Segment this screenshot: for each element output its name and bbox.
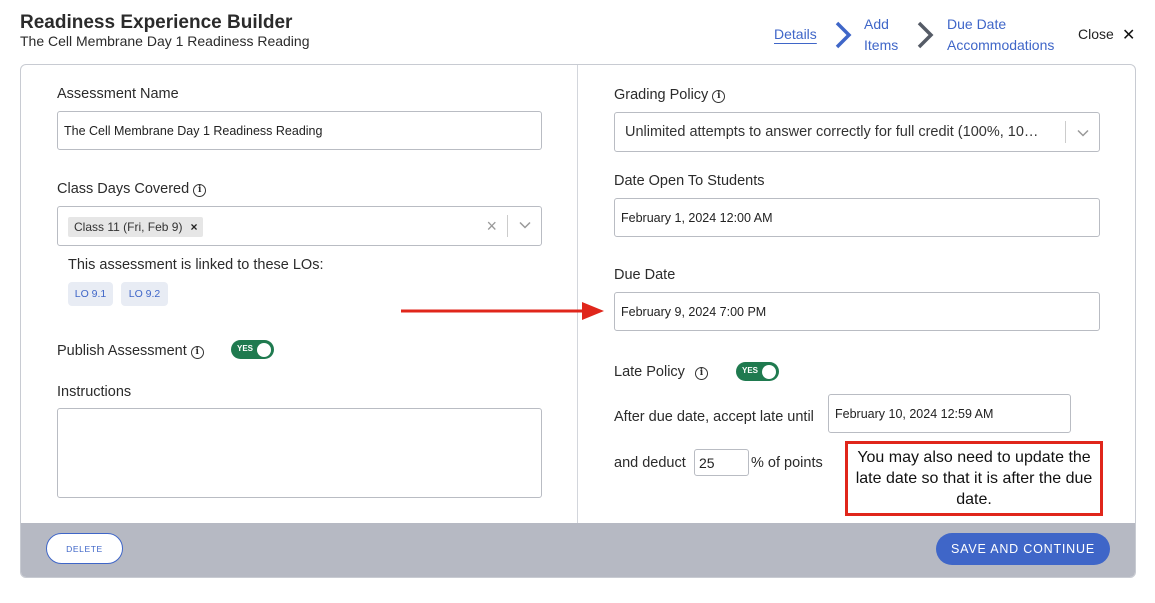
- late-policy-toggle[interactable]: YES: [736, 362, 779, 381]
- class-days-select[interactable]: Class 11 (Fri, Feb 9) × ×: [57, 206, 542, 246]
- class-days-label: Class Days Covered i: [57, 181, 207, 197]
- info-icon[interactable]: i: [694, 367, 708, 380]
- toggle-knob: [762, 364, 776, 379]
- step-due-date-line2: Accommodations: [947, 37, 1055, 53]
- info-icon[interactable]: i: [712, 90, 726, 103]
- late-policy-label-text: Late Policy: [614, 364, 685, 380]
- publish-toggle-text: YES: [237, 344, 254, 353]
- info-icon[interactable]: i: [190, 346, 204, 359]
- page-subtitle: The Cell Membrane Day 1 Readiness Readin…: [20, 33, 310, 49]
- select-separator: [507, 215, 508, 237]
- late-policy-label: Late Policy i: [614, 364, 708, 380]
- step-add-items[interactable]: Add Items: [864, 14, 898, 56]
- publish-assessment-label-text: Publish Assessment: [57, 343, 187, 359]
- instructions-label: Instructions: [57, 384, 132, 400]
- assessment-name-label: Assessment Name: [57, 86, 179, 102]
- accept-late-label: After due date, accept late until: [614, 409, 814, 425]
- late-policy-toggle-text: YES: [742, 366, 759, 375]
- linked-los-text: This assessment is linked to these LOs:: [68, 257, 324, 273]
- column-divider: [577, 65, 578, 523]
- close-icon[interactable]: ✕: [1122, 25, 1135, 45]
- select-separator: [1065, 121, 1066, 143]
- grading-policy-label-text: Grading Policy: [614, 87, 709, 103]
- assessment-name-input[interactable]: The Cell Membrane Day 1 Readiness Readin…: [57, 111, 542, 150]
- annotation-arrow-icon: [401, 302, 604, 320]
- step-due-date-accommodations[interactable]: Due Date Accommodations: [947, 14, 1054, 56]
- deduct-suffix: % of points: [751, 455, 823, 471]
- step-chevron-icon: [835, 21, 852, 49]
- date-open-label: Date Open To Students: [614, 173, 765, 189]
- info-icon[interactable]: i: [193, 184, 207, 197]
- publish-assessment-label: Publish Assessment i: [57, 343, 204, 359]
- date-open-input[interactable]: February 1, 2024 12:00 AM: [614, 198, 1100, 237]
- instructions-textarea[interactable]: [57, 408, 542, 498]
- step-add-items-line1: Add: [864, 16, 889, 32]
- annotation-callout: You may also need to update the late dat…: [845, 441, 1103, 516]
- lo-tag[interactable]: LO 9.2: [121, 282, 168, 306]
- step-due-date-line1: Due Date: [947, 16, 1007, 32]
- accept-late-input[interactable]: February 10, 2024 12:59 AM: [828, 394, 1071, 433]
- grading-policy-label: Grading Policy i: [614, 87, 726, 103]
- close-button[interactable]: Close: [1078, 26, 1114, 42]
- due-date-label: Due Date: [614, 267, 676, 283]
- chevron-down-icon[interactable]: [1077, 127, 1089, 139]
- step-add-items-line2: Items: [864, 37, 899, 53]
- grading-policy-value: Unlimited attempts to answer correctly f…: [625, 124, 1039, 140]
- delete-button[interactable]: DELETE: [46, 533, 123, 564]
- deduct-percent-input[interactable]: 25: [694, 449, 749, 476]
- publish-toggle[interactable]: YES: [231, 340, 274, 359]
- footer-bar: DELETE SAVE AND CONTINUE: [21, 523, 1135, 577]
- remove-chip-icon[interactable]: ×: [190, 220, 197, 234]
- class-day-chip: Class 11 (Fri, Feb 9) ×: [68, 217, 204, 237]
- clear-icon[interactable]: ×: [486, 216, 497, 236]
- step-chevron-icon: [917, 21, 934, 49]
- lo-tag[interactable]: LO 9.1: [68, 282, 113, 306]
- class-day-chip-label: Class 11 (Fri, Feb 9): [74, 220, 183, 234]
- due-date-input[interactable]: February 9, 2024 7:00 PM: [614, 292, 1100, 331]
- save-and-continue-button[interactable]: SAVE AND CONTINUE: [936, 533, 1110, 565]
- toggle-knob: [257, 342, 271, 357]
- step-details[interactable]: Details: [774, 24, 817, 45]
- grading-policy-select[interactable]: Unlimited attempts to answer correctly f…: [614, 112, 1100, 152]
- class-days-label-text: Class Days Covered: [57, 181, 190, 197]
- page-title: Readiness Experience Builder: [20, 12, 293, 33]
- chevron-down-icon[interactable]: [519, 219, 531, 231]
- deduct-label: and deduct: [614, 455, 686, 471]
